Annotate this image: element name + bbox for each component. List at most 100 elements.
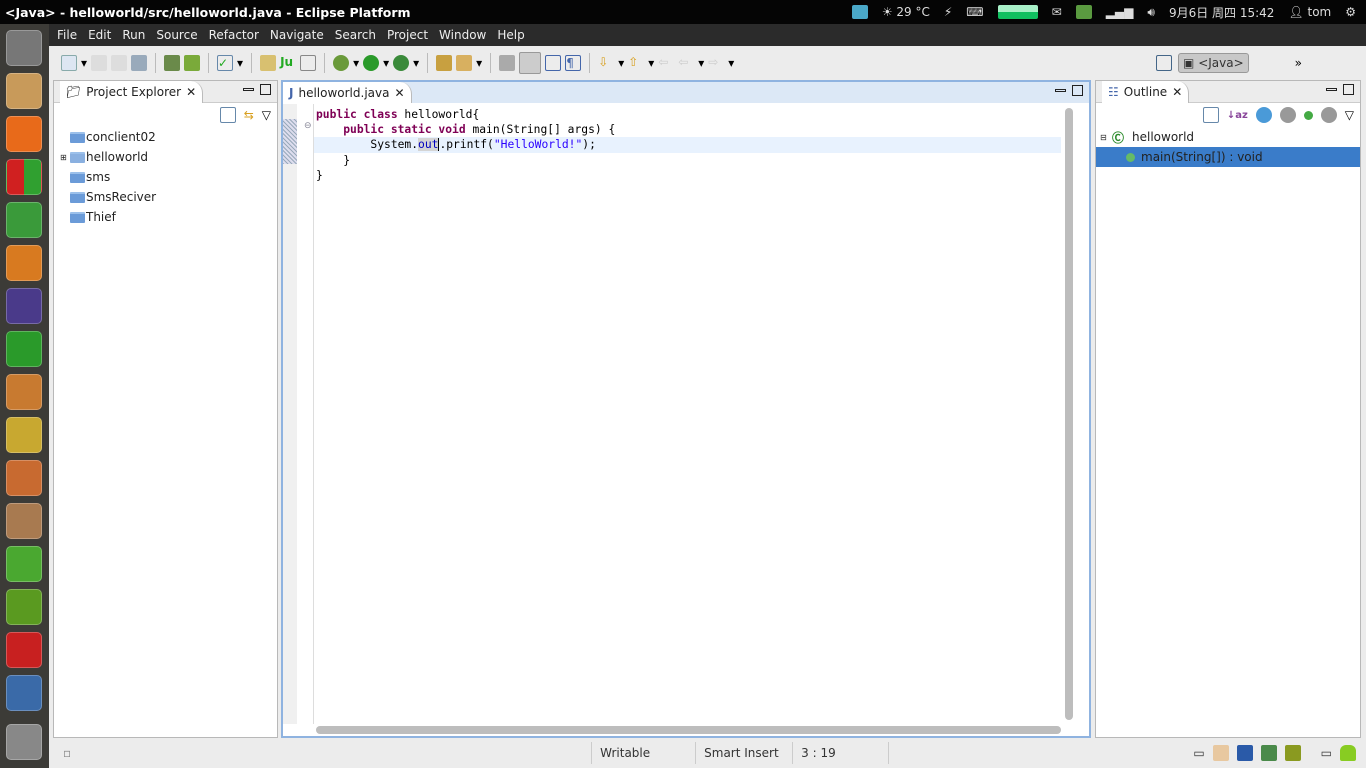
open-hierarchy-icon[interactable] <box>499 54 516 71</box>
open-perspective-icon[interactable] <box>1156 55 1173 71</box>
windows-app-icon[interactable] <box>6 159 42 195</box>
horizontal-scrollbar[interactable] <box>316 726 1061 734</box>
ddms-icon[interactable] <box>1212 745 1229 761</box>
maximize-icon[interactable] <box>1343 84 1354 95</box>
user-menu[interactable]: 👤︎ tom <box>1288 5 1331 19</box>
collapse-all-icon[interactable] <box>1202 107 1219 123</box>
back-icon[interactable]: ⇦ <box>678 55 694 71</box>
menu-search[interactable]: Search <box>335 28 383 42</box>
collapse-icon[interactable]: ⊟ <box>1100 133 1112 142</box>
open-type-icon[interactable] <box>436 54 453 71</box>
android-icon[interactable] <box>1340 745 1356 761</box>
last-edit-icon[interactable]: ⇦ <box>658 55 674 71</box>
tab-outline[interactable]: ☷ Outline ✕ <box>1102 80 1190 103</box>
view-menu-icon[interactable]: ▽ <box>1345 108 1354 122</box>
outline-item-method[interactable]: main(String[]) : void <box>1096 147 1360 167</box>
files-icon[interactable] <box>6 73 42 109</box>
android-sdk-icon[interactable] <box>164 54 181 71</box>
close-icon[interactable]: ✕ <box>394 86 404 100</box>
tree-item[interactable]: ⊞ helloworld <box>60 147 277 167</box>
close-icon[interactable]: ✕ <box>186 85 196 99</box>
save-icon[interactable] <box>91 54 108 71</box>
junit-icon[interactable]: Ju <box>280 55 296 71</box>
volume-icon[interactable]: 🔊︎ <box>1147 5 1155 20</box>
battery-icon[interactable] <box>1075 5 1092 19</box>
minimize-icon[interactable] <box>1055 89 1066 92</box>
save-all-icon[interactable] <box>111 54 128 71</box>
fast-view-icon[interactable]: ▫ <box>63 746 71 760</box>
new-project-icon[interactable] <box>260 54 277 71</box>
logcat-icon[interactable] <box>1260 745 1277 761</box>
hide-local-types-icon[interactable] <box>1320 107 1337 123</box>
paint-icon[interactable] <box>6 460 42 496</box>
minimize-icon[interactable] <box>1326 88 1337 91</box>
show-whitespace-icon[interactable]: ¶ <box>565 54 582 71</box>
more-perspectives-icon[interactable]: » <box>1295 56 1302 70</box>
menu-window[interactable]: Window <box>439 28 493 42</box>
menu-run[interactable]: Run <box>122 28 152 42</box>
wps-icon[interactable] <box>6 374 42 410</box>
block-selection-icon[interactable] <box>545 54 562 71</box>
menu-project[interactable]: Project <box>387 28 435 42</box>
workspace-icon[interactable] <box>6 675 42 711</box>
forward-icon[interactable]: ⇨ <box>708 55 724 71</box>
hide-fields-icon[interactable] <box>1255 107 1272 123</box>
power-icon[interactable]: ⚡ <box>944 5 952 19</box>
fold-icon[interactable]: ⊖ <box>304 121 312 131</box>
tab-helloworld-java[interactable]: Jhelloworld.java ✕ <box>283 82 412 103</box>
tree-item[interactable]: SmsReciver <box>70 187 277 207</box>
tree-item[interactable]: sms <box>70 167 277 187</box>
menu-refactor[interactable]: Refactor <box>209 28 266 42</box>
close-icon[interactable]: ✕ <box>1172 85 1182 99</box>
mypaint-icon[interactable] <box>6 546 42 582</box>
text-editor-icon[interactable] <box>6 417 42 453</box>
search-icon[interactable] <box>456 54 473 71</box>
menu-source[interactable]: Source <box>156 28 204 42</box>
new-class-icon[interactable] <box>300 54 317 71</box>
console-icon[interactable] <box>1236 745 1253 761</box>
java-perspective-button[interactable]: ▣ <Java> <box>1178 53 1249 73</box>
trash-icon[interactable] <box>6 724 42 760</box>
prev-annotation-icon[interactable]: ⇧ <box>628 55 644 71</box>
maximize-icon[interactable] <box>260 84 271 95</box>
network-icon[interactable] <box>6 116 42 152</box>
acrobat-icon[interactable] <box>6 632 42 668</box>
vertical-scrollbar[interactable] <box>1065 108 1073 720</box>
link-editor-icon[interactable]: ⇆ <box>244 108 254 122</box>
tab-project-explorer[interactable]: 📁︎ Project Explorer ✕ <box>60 80 204 103</box>
minimize-icon[interactable] <box>243 88 254 91</box>
synaptic-icon[interactable] <box>6 589 42 625</box>
run-icon[interactable] <box>363 54 380 71</box>
ubuntu-dash-icon[interactable] <box>6 30 42 66</box>
sort-icon[interactable]: ↓az <box>1227 110 1248 121</box>
next-annotation-icon[interactable]: ⇩ <box>598 55 614 71</box>
signal-icon[interactable]: ▂▄▆ <box>1106 5 1134 19</box>
mark-occurrences-icon[interactable] <box>519 51 542 74</box>
vim-icon[interactable] <box>6 331 42 367</box>
eclipse-icon[interactable] <box>6 288 42 324</box>
update-icon[interactable] <box>851 5 868 19</box>
expand-icon[interactable]: ⊞ <box>60 153 70 162</box>
hierarchy-viewer-icon[interactable] <box>1284 745 1301 761</box>
weather-indicator[interactable]: ☀ 29 °C <box>882 5 930 19</box>
restore-icon[interactable]: ▭ <box>1321 746 1332 760</box>
menu-file[interactable]: File <box>57 28 84 42</box>
tree-item[interactable]: conclient02 <box>70 127 277 147</box>
menu-navigate[interactable]: Navigate <box>270 28 331 42</box>
collapse-all-icon[interactable] <box>219 107 236 123</box>
chrome-icon[interactable] <box>6 202 42 238</box>
code-editor[interactable]: ⊖ public class helloworld{ public static… <box>283 104 1089 734</box>
maximize-icon[interactable] <box>1072 85 1083 96</box>
print-icon[interactable] <box>131 54 148 71</box>
menu-edit[interactable]: Edit <box>88 28 118 42</box>
outline-item-class[interactable]: ⊟ Ⓒhelloworld <box>1096 127 1360 147</box>
new-icon[interactable] <box>61 54 77 71</box>
menu-help[interactable]: Help <box>497 28 531 42</box>
hide-static-icon[interactable] <box>1279 107 1296 123</box>
gear-icon[interactable]: ⚙ <box>1345 5 1356 19</box>
clock[interactable]: 9月6日 周四 15:42 <box>1169 4 1274 21</box>
tree-item[interactable]: Thief <box>70 207 277 227</box>
debug-icon[interactable] <box>333 54 350 71</box>
archive-icon[interactable] <box>6 503 42 539</box>
android-avd-icon[interactable] <box>184 54 201 71</box>
